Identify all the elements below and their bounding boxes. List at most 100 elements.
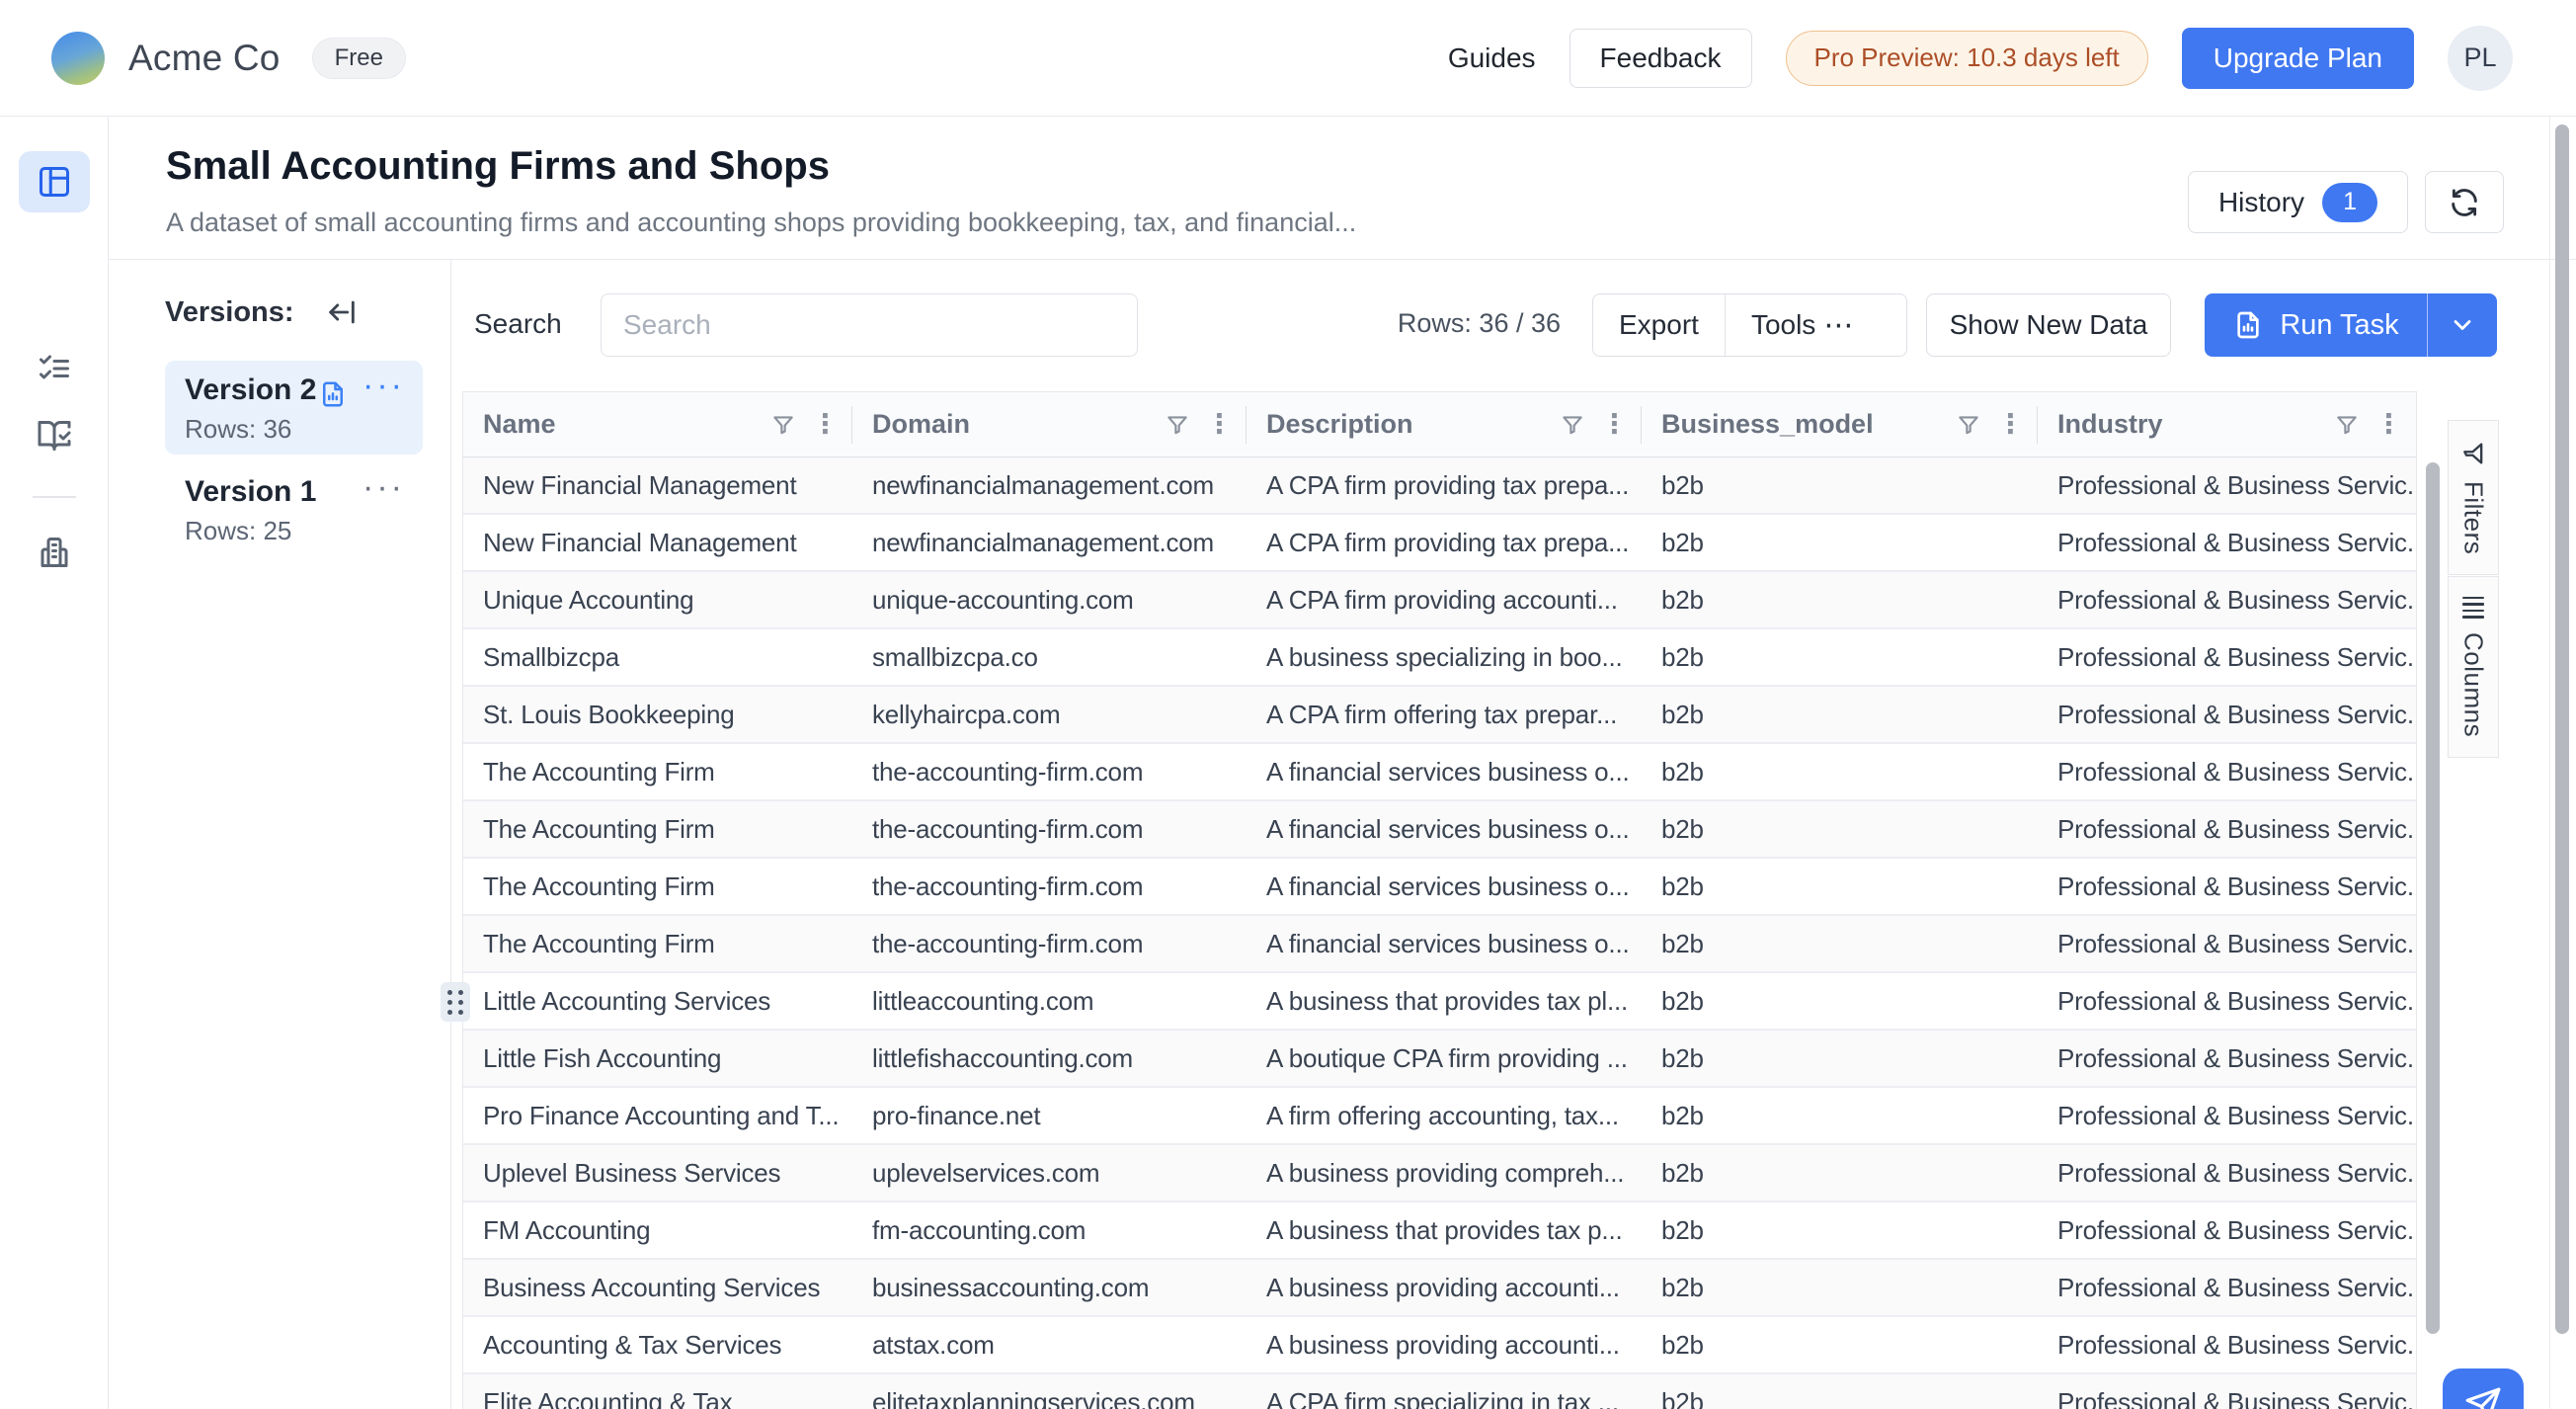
tab-filters[interactable]: Filters — [2448, 420, 2499, 575]
page-scrollbar[interactable] — [2555, 124, 2569, 1334]
table-cell[interactable]: unique-accounting.com — [852, 585, 1247, 616]
pro-preview-pill[interactable]: Pro Preview: 10.3 days left — [1786, 31, 2148, 86]
table-cell[interactable]: A financial services business o... — [1247, 929, 1642, 959]
table-cell[interactable]: b2b — [1642, 757, 2038, 787]
table-cell[interactable]: fm-accounting.com — [852, 1215, 1247, 1246]
upgrade-plan-button[interactable]: Upgrade Plan — [2182, 28, 2414, 89]
table-cell[interactable]: Unique Accounting — [463, 585, 852, 616]
table-row[interactable]: Elite Accounting & Taxelitetaxplanningse… — [463, 1374, 2416, 1409]
table-cell[interactable]: b2b — [1642, 986, 2038, 1017]
table-cell[interactable]: b2b — [1642, 585, 2038, 616]
table-cell[interactable]: A financial services business o... — [1247, 757, 1642, 787]
table-cell[interactable]: b2b — [1642, 1158, 2038, 1189]
table-cell[interactable]: FM Accounting — [463, 1215, 852, 1246]
table-cell[interactable]: Professional & Business Servic... — [2038, 528, 2416, 558]
table-row[interactable]: Accounting & Tax Servicesatstax.comA bus… — [463, 1317, 2416, 1374]
table-row[interactable]: Little Fish Accountinglittlefishaccounti… — [463, 1031, 2416, 1088]
search-input[interactable] — [601, 293, 1138, 357]
table-cell[interactable]: The Accounting Firm — [463, 929, 852, 959]
table-cell[interactable]: Accounting & Tax Services — [463, 1330, 852, 1361]
column-header-business-model[interactable]: Business_model ⋮ — [1642, 392, 2038, 456]
column-header-description[interactable]: Description ⋮ — [1247, 392, 1642, 456]
table-row[interactable]: St. Louis Bookkeepingkellyhaircpa.comA C… — [463, 687, 2416, 744]
column-header-name[interactable]: Name ⋮ — [463, 392, 852, 456]
table-cell[interactable]: littleaccounting.com — [852, 986, 1247, 1017]
show-new-data-button[interactable]: Show New Data — [1926, 293, 2171, 357]
table-row[interactable]: The Accounting Firmthe-accounting-firm.c… — [463, 744, 2416, 801]
table-row[interactable]: The Accounting Firmthe-accounting-firm.c… — [463, 916, 2416, 973]
table-cell[interactable]: Professional & Business Servic... — [2038, 700, 2416, 730]
table-row[interactable]: Smallbizcpasmallbizcpa.coA business spec… — [463, 629, 2416, 687]
more-options-icon[interactable]: ⋯ — [1823, 294, 1877, 356]
table-row[interactable]: Uplevel Business Servicesuplevelservices… — [463, 1145, 2416, 1202]
table-cell[interactable]: St. Louis Bookkeeping — [463, 700, 852, 730]
table-row[interactable]: The Accounting Firmthe-accounting-firm.c… — [463, 801, 2416, 859]
tools-button[interactable]: Tools — [1726, 294, 1823, 356]
column-menu-icon[interactable]: ⋮ — [2375, 411, 2402, 438]
nav-company-icon[interactable] — [19, 522, 90, 583]
table-cell[interactable]: b2b — [1642, 700, 2038, 730]
table-cell[interactable]: A boutique CPA firm providing ... — [1247, 1043, 1642, 1074]
filter-icon[interactable] — [770, 412, 796, 438]
table-cell[interactable]: A CPA firm specializing in tax ... — [1247, 1387, 1642, 1409]
table-cell[interactable]: Professional & Business Servic... — [2038, 871, 2416, 902]
table-row[interactable]: The Accounting Firmthe-accounting-firm.c… — [463, 859, 2416, 916]
table-cell[interactable]: b2b — [1642, 1043, 2038, 1074]
table-row[interactable]: New Financial Managementnewfinancialmana… — [463, 457, 2416, 515]
table-cell[interactable]: Professional & Business Servic... — [2038, 1330, 2416, 1361]
table-cell[interactable]: b2b — [1642, 1330, 2038, 1361]
table-cell[interactable]: Little Accounting Services — [463, 986, 852, 1017]
table-cell[interactable]: the-accounting-firm.com — [852, 814, 1247, 845]
table-cell[interactable]: New Financial Management — [463, 470, 852, 501]
filter-icon[interactable] — [2334, 412, 2360, 438]
table-row[interactable]: Unique Accountingunique-accounting.comA … — [463, 572, 2416, 629]
table-row[interactable]: Business Accounting Servicesbusinessacco… — [463, 1260, 2416, 1317]
assistant-fab[interactable] — [2443, 1368, 2524, 1409]
table-cell[interactable]: A business providing accounti... — [1247, 1330, 1642, 1361]
table-cell[interactable]: businessaccounting.com — [852, 1273, 1247, 1303]
table-cell[interactable]: Little Fish Accounting — [463, 1043, 852, 1074]
version-menu-icon[interactable]: ··· — [362, 468, 405, 507]
table-cell[interactable]: Professional & Business Servic... — [2038, 1387, 2416, 1409]
table-cell[interactable]: Professional & Business Servic... — [2038, 986, 2416, 1017]
table-cell[interactable]: b2b — [1642, 1387, 2038, 1409]
table-cell[interactable]: b2b — [1642, 814, 2038, 845]
table-cell[interactable]: b2b — [1642, 929, 2038, 959]
table-cell[interactable]: pro-finance.net — [852, 1101, 1247, 1131]
table-cell[interactable]: Professional & Business Servic... — [2038, 585, 2416, 616]
nav-library-icon[interactable] — [19, 405, 90, 466]
table-cell[interactable]: b2b — [1642, 642, 2038, 673]
table-cell[interactable]: elitetaxplanningservices.com — [852, 1387, 1247, 1409]
table-cell[interactable]: Uplevel Business Services — [463, 1158, 852, 1189]
table-cell[interactable]: The Accounting Firm — [463, 871, 852, 902]
table-cell[interactable]: Professional & Business Servic... — [2038, 1215, 2416, 1246]
nav-tasks-icon[interactable] — [19, 338, 90, 399]
table-cell[interactable]: The Accounting Firm — [463, 757, 852, 787]
refresh-button[interactable] — [2425, 171, 2504, 233]
column-menu-icon[interactable]: ⋮ — [1601, 411, 1628, 438]
table-cell[interactable]: A business that provides tax pl... — [1247, 986, 1642, 1017]
table-cell[interactable]: b2b — [1642, 470, 2038, 501]
table-cell[interactable]: newfinancialmanagement.com — [852, 528, 1247, 558]
table-cell[interactable]: b2b — [1642, 528, 2038, 558]
nav-table-icon[interactable] — [19, 151, 90, 212]
table-cell[interactable]: the-accounting-firm.com — [852, 757, 1247, 787]
history-button[interactable]: History 1 — [2188, 171, 2408, 233]
table-cell[interactable]: Professional & Business Servic... — [2038, 1273, 2416, 1303]
table-cell[interactable]: New Financial Management — [463, 528, 852, 558]
user-avatar[interactable]: PL — [2448, 26, 2513, 91]
version-item-1[interactable]: Version 1 ··· Rows: 25 — [165, 462, 423, 556]
row-drag-handle[interactable] — [441, 982, 470, 1022]
table-cell[interactable]: littlefishaccounting.com — [852, 1043, 1247, 1074]
feedback-button[interactable]: Feedback — [1570, 29, 1752, 88]
version-item-2[interactable]: Version 2 ··· Rows: 36 — [165, 361, 423, 455]
table-cell[interactable]: Professional & Business Servic... — [2038, 1158, 2416, 1189]
table-cell[interactable]: smallbizcpa.co — [852, 642, 1247, 673]
table-cell[interactable]: kellyhaircpa.com — [852, 700, 1247, 730]
table-cell[interactable]: A financial services business o... — [1247, 871, 1642, 902]
table-cell[interactable]: A business specializing in boo... — [1247, 642, 1642, 673]
table-cell[interactable]: the-accounting-firm.com — [852, 871, 1247, 902]
table-cell[interactable]: The Accounting Firm — [463, 814, 852, 845]
table-cell[interactable]: A CPA firm providing tax prepa... — [1247, 528, 1642, 558]
filter-icon[interactable] — [1560, 412, 1585, 438]
